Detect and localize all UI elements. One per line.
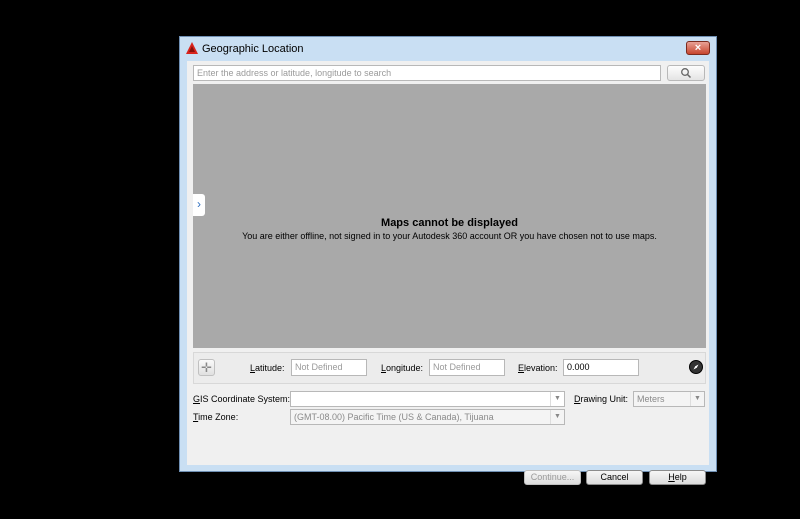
map-area[interactable]: › Maps cannot be displayed You are eithe… (193, 84, 706, 348)
map-message: Maps cannot be displayed You are either … (193, 217, 706, 241)
continue-button[interactable]: Continue... (524, 470, 581, 485)
coordinate-panel: ✛ Latitude: Not Defined Longitude: Not D… (193, 352, 706, 384)
search-input[interactable] (193, 65, 661, 81)
time-zone-label: Time Zone: (193, 412, 239, 422)
geographic-location-dialog: Geographic Location × › Maps cannot be d… (179, 36, 717, 485)
drawing-unit-label: Drawing Unit: (574, 394, 629, 404)
crosshair-pin-icon: ✛ (201, 360, 212, 375)
map-message-title: Maps cannot be displayed (381, 217, 518, 229)
pin-location-button[interactable]: ✛ (198, 359, 215, 376)
search-icon (681, 68, 692, 79)
longitude-field[interactable]: Not Defined (429, 359, 505, 376)
latitude-field[interactable]: Not Defined (291, 359, 367, 376)
compass-icon[interactable] (689, 360, 703, 374)
help-button[interactable]: Help (649, 470, 706, 485)
search-button[interactable] (667, 65, 705, 81)
gis-label: GIS Coordinate System: (193, 394, 291, 404)
drawing-unit-value: Meters (637, 394, 665, 404)
elevation-field[interactable]: 0.000 (563, 359, 639, 376)
time-zone-value: (GMT-08.00) Pacific Time (US & Canada), … (294, 412, 494, 422)
compass-needle-icon (693, 364, 699, 370)
chevron-down-icon[interactable]: ▼ (550, 392, 564, 406)
window-title: Geographic Location (202, 43, 304, 55)
cancel-button[interactable]: Cancel (586, 470, 643, 485)
elevation-label: Elevation: (518, 363, 558, 373)
autocad-icon (186, 42, 198, 54)
close-button[interactable]: × (686, 41, 710, 55)
map-message-text: You are either offline, not signed in to… (242, 231, 657, 241)
gis-coordinate-select[interactable]: ▼ (290, 391, 565, 407)
chevron-down-icon[interactable]: ▼ (550, 410, 564, 424)
time-zone-select[interactable]: (GMT-08.00) Pacific Time (US & Canada), … (290, 409, 565, 425)
longitude-label: Longitude: (381, 363, 424, 373)
chevron-down-icon[interactable]: ▼ (690, 392, 704, 406)
drawing-unit-select[interactable]: Meters ▼ (633, 391, 705, 407)
expand-panel-button[interactable]: › (193, 194, 205, 216)
dialog-body: › Maps cannot be displayed You are eithe… (187, 61, 709, 485)
title-bar[interactable]: Geographic Location × (180, 37, 716, 60)
latitude-label: Latitude: (250, 363, 285, 373)
